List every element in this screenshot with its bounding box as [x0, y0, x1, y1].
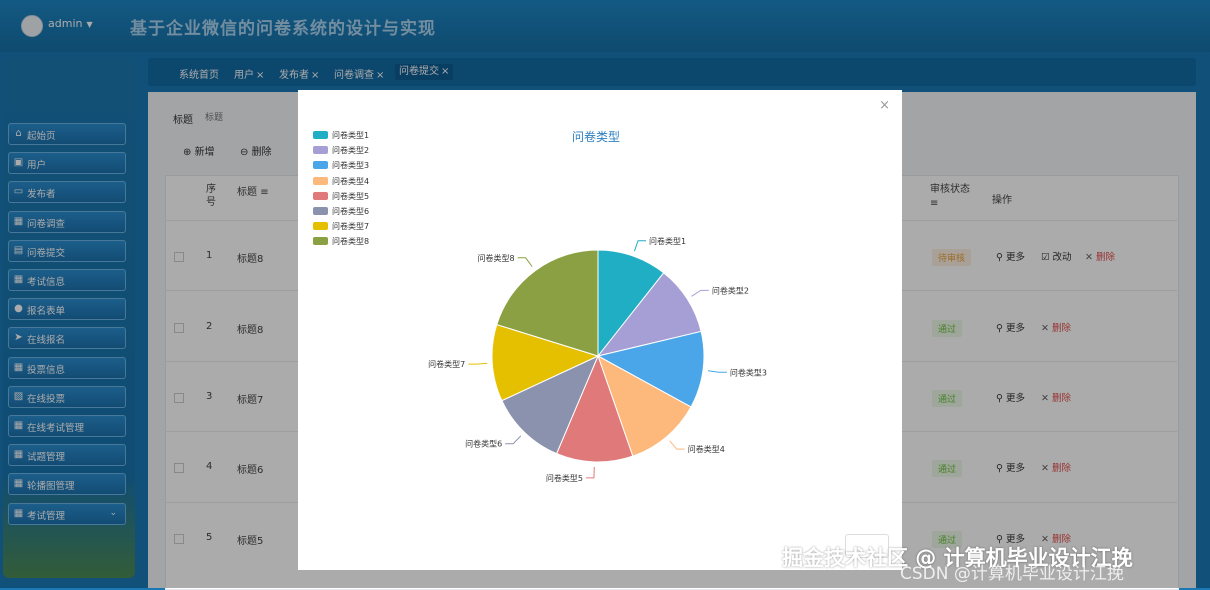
pie-label-line	[633, 240, 647, 252]
pie-chart: 问卷类型1 问卷类型2 问卷类型3 问卷类型4 问卷类型5 问卷类型6 问卷类型7 问卷类型8	[428, 236, 767, 483]
pie-label-line	[585, 466, 595, 479]
pie-label: 问卷类型5	[546, 473, 583, 483]
pie-label-line	[505, 435, 522, 445]
pie-label-line	[468, 362, 488, 365]
pie-label-line	[669, 440, 685, 450]
pie-label: 问卷类型1	[649, 236, 686, 246]
pie-label-line	[707, 370, 727, 373]
watermark-secondary: CSDN @计算机毕业设计江挽	[900, 564, 1124, 584]
chart-dialog: × 问卷类型 问卷类型1 问卷类型2 问卷类型3 问卷类型4 问卷类型5 问卷类型6 问卷类…	[298, 90, 902, 570]
pie-label-line	[691, 289, 709, 297]
pie-label-line	[517, 257, 533, 267]
pie-label: 问卷类型2	[712, 285, 749, 295]
pie-label: 问卷类型7	[428, 359, 465, 369]
pie-label: 问卷类型3	[730, 367, 767, 377]
pie-label: 问卷类型6	[465, 439, 502, 449]
pie-label: 问卷类型4	[688, 444, 725, 454]
pie-label: 问卷类型8	[478, 253, 515, 263]
